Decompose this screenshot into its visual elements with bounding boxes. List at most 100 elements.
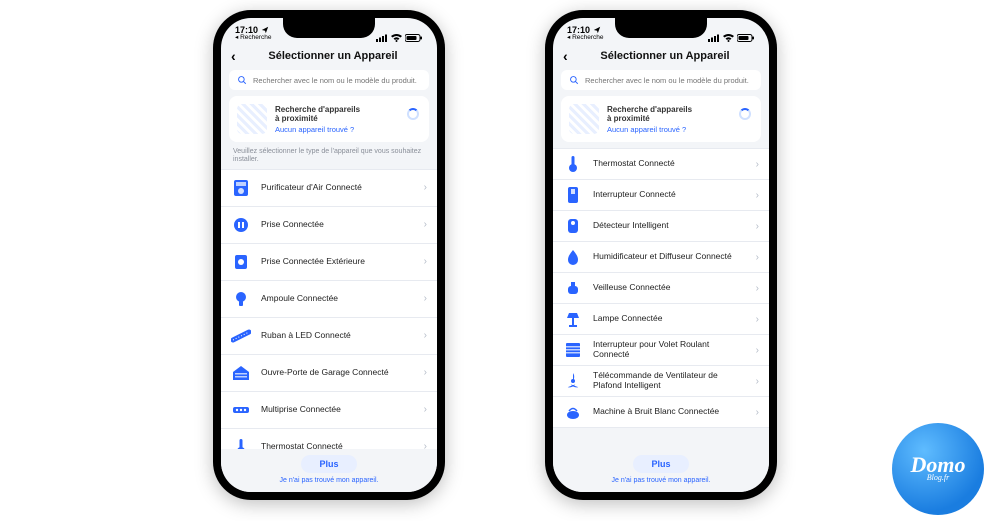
device-row[interactable]: Machine à Bruit Blanc Connectée › xyxy=(553,397,769,428)
device-row[interactable]: Lampe Connectée › xyxy=(553,304,769,335)
whitenoise-icon xyxy=(563,402,583,422)
device-row[interactable]: Multiprise Connectée› xyxy=(221,392,437,429)
discovery-link[interactable]: Aucun appareil trouvé ? xyxy=(275,125,360,134)
more-button[interactable]: Plus xyxy=(301,455,356,473)
device-label: Purificateur d'Air Connecté xyxy=(261,183,414,193)
garage-door-icon xyxy=(231,363,251,383)
battery-icon xyxy=(405,34,423,42)
device-row[interactable]: Prise Connectée› xyxy=(221,207,437,244)
device-row[interactable]: Télécommande de Ventilateur de Plafond I… xyxy=(553,366,769,397)
device-label: Lampe Connectée xyxy=(593,314,746,324)
nightlight-icon xyxy=(563,278,583,298)
device-row[interactable]: Prise Connectée Extérieure› xyxy=(221,244,437,281)
device-list[interactable]: Purificateur d'Air Connecté › Prise Connec… xyxy=(221,169,437,449)
device-list[interactable]: Thermostat Connecté›Interrupteur Connect… xyxy=(553,148,769,449)
device-row[interactable]: Ampoule Connectée› xyxy=(221,281,437,318)
device-label: Ampoule Connectée xyxy=(261,294,414,304)
status-back[interactable]: ◂ Recherche xyxy=(235,35,272,42)
search-input[interactable] xyxy=(253,76,421,85)
more-button[interactable]: Plus xyxy=(633,455,688,473)
bulb-icon xyxy=(231,289,251,309)
device-row[interactable]: Thermostat Connecté › xyxy=(221,429,437,449)
loading-spinner-icon xyxy=(739,108,751,120)
device-label: Multiprise Connectée xyxy=(261,405,414,415)
device-row[interactable]: Humidificateur et Diffuseur Connecté › xyxy=(553,242,769,273)
device-row[interactable]: Veilleuse Connectée › xyxy=(553,273,769,304)
search-icon xyxy=(569,75,579,85)
shutter-icon xyxy=(563,340,583,360)
device-label: Humidificateur et Diffuseur Connecté xyxy=(593,252,746,262)
device-row[interactable]: Interrupteur pour Volet Roulant Connecté… xyxy=(553,335,769,366)
loading-spinner-icon xyxy=(407,108,419,120)
device-label: Ruban à LED Connecté xyxy=(261,331,414,341)
chevron-right-icon: › xyxy=(756,283,759,294)
device-row[interactable]: Détecteur Intelligent › xyxy=(553,211,769,242)
device-label: Télécommande de Ventilateur de Plafond I… xyxy=(593,371,746,391)
screen-footer: Plus Je n'ai pas trouvé mon appareil. xyxy=(221,449,437,492)
status-back[interactable]: ◂ Recherche xyxy=(567,35,604,42)
chevron-right-icon: › xyxy=(424,441,427,449)
screen-header: ‹ Sélectionner un Appareil xyxy=(221,44,437,70)
discovery-thumbnail-icon xyxy=(569,104,599,134)
phone-left: 17:10 ◂ Recherche ‹ Sélectionner un Appa… xyxy=(213,10,445,500)
battery-icon xyxy=(737,34,755,42)
phone-right: 17:10 ◂ Recherche ‹ Sélectionner un Appa… xyxy=(545,10,777,500)
screen-footer: Plus Je n'ai pas trouvé mon appareil. xyxy=(553,449,769,492)
fan-remote-icon xyxy=(563,371,583,391)
discovery-link[interactable]: Aucun appareil trouvé ? xyxy=(607,125,692,134)
humidifier-icon xyxy=(563,247,583,267)
discovery-card[interactable]: Recherche d'appareilsà proximité Aucun a… xyxy=(229,96,429,142)
not-found-link[interactable]: Je n'ai pas trouvé mon appareil. xyxy=(611,477,710,484)
cellular-icon xyxy=(708,34,720,42)
thermostat-icon xyxy=(563,154,583,174)
led-strip-icon xyxy=(231,326,251,346)
instruction-text: Veuillez sélectionner le type de l'appar… xyxy=(221,148,437,169)
device-row[interactable]: Interrupteur Connecté › xyxy=(553,180,769,211)
search-input[interactable] xyxy=(585,76,753,85)
notch xyxy=(615,18,707,38)
air-purifier-icon xyxy=(231,178,251,198)
smart-plug-icon xyxy=(231,215,251,235)
watermark-logo: Domo Blog.fr xyxy=(892,423,984,515)
chevron-right-icon: › xyxy=(756,221,759,232)
outdoor-plug-icon xyxy=(231,252,251,272)
device-label: Machine à Bruit Blanc Connectée xyxy=(593,407,746,417)
search-box[interactable] xyxy=(561,70,761,90)
wifi-icon xyxy=(391,34,402,42)
device-label: Détecteur Intelligent xyxy=(593,221,746,231)
wifi-icon xyxy=(723,34,734,42)
discovery-card[interactable]: Recherche d'appareilsà proximité Aucun a… xyxy=(561,96,761,142)
chevron-right-icon: › xyxy=(756,345,759,356)
device-label: Interrupteur Connecté xyxy=(593,190,746,200)
device-row[interactable]: Purificateur d'Air Connecté › xyxy=(221,169,437,207)
device-row[interactable]: Ruban à LED Connecté › xyxy=(221,318,437,355)
chevron-right-icon: › xyxy=(756,314,759,325)
device-label: Thermostat Connecté xyxy=(261,442,414,449)
search-icon xyxy=(237,75,247,85)
device-row[interactable]: Thermostat Connecté › xyxy=(553,148,769,180)
device-label: Veilleuse Connectée xyxy=(593,283,746,293)
device-label: Prise Connectée Extérieure xyxy=(261,257,414,267)
chevron-right-icon: › xyxy=(424,367,427,378)
cellular-icon xyxy=(376,34,388,42)
chevron-right-icon: › xyxy=(756,407,759,418)
switch-icon xyxy=(563,185,583,205)
page-title: Sélectionner un Appareil xyxy=(239,50,427,62)
device-label: Thermostat Connecté xyxy=(593,159,746,169)
device-row[interactable]: Ouvre-Porte de Garage Connecté› xyxy=(221,355,437,392)
discovery-title: Recherche d'appareilsà proximité xyxy=(607,105,692,123)
chevron-right-icon: › xyxy=(424,330,427,341)
chevron-right-icon: › xyxy=(756,252,759,263)
lamp-icon xyxy=(563,309,583,329)
screen-header: ‹ Sélectionner un Appareil xyxy=(553,44,769,70)
chevron-right-icon: › xyxy=(756,159,759,170)
power-strip-icon xyxy=(231,400,251,420)
search-box[interactable] xyxy=(229,70,429,90)
chevron-right-icon: › xyxy=(424,182,427,193)
discovery-title: Recherche d'appareilsà proximité xyxy=(275,105,360,123)
page-title: Sélectionner un Appareil xyxy=(571,50,759,62)
discovery-thumbnail-icon xyxy=(237,104,267,134)
thermostat-icon xyxy=(231,437,251,449)
not-found-link[interactable]: Je n'ai pas trouvé mon appareil. xyxy=(279,477,378,484)
chevron-right-icon: › xyxy=(756,190,759,201)
